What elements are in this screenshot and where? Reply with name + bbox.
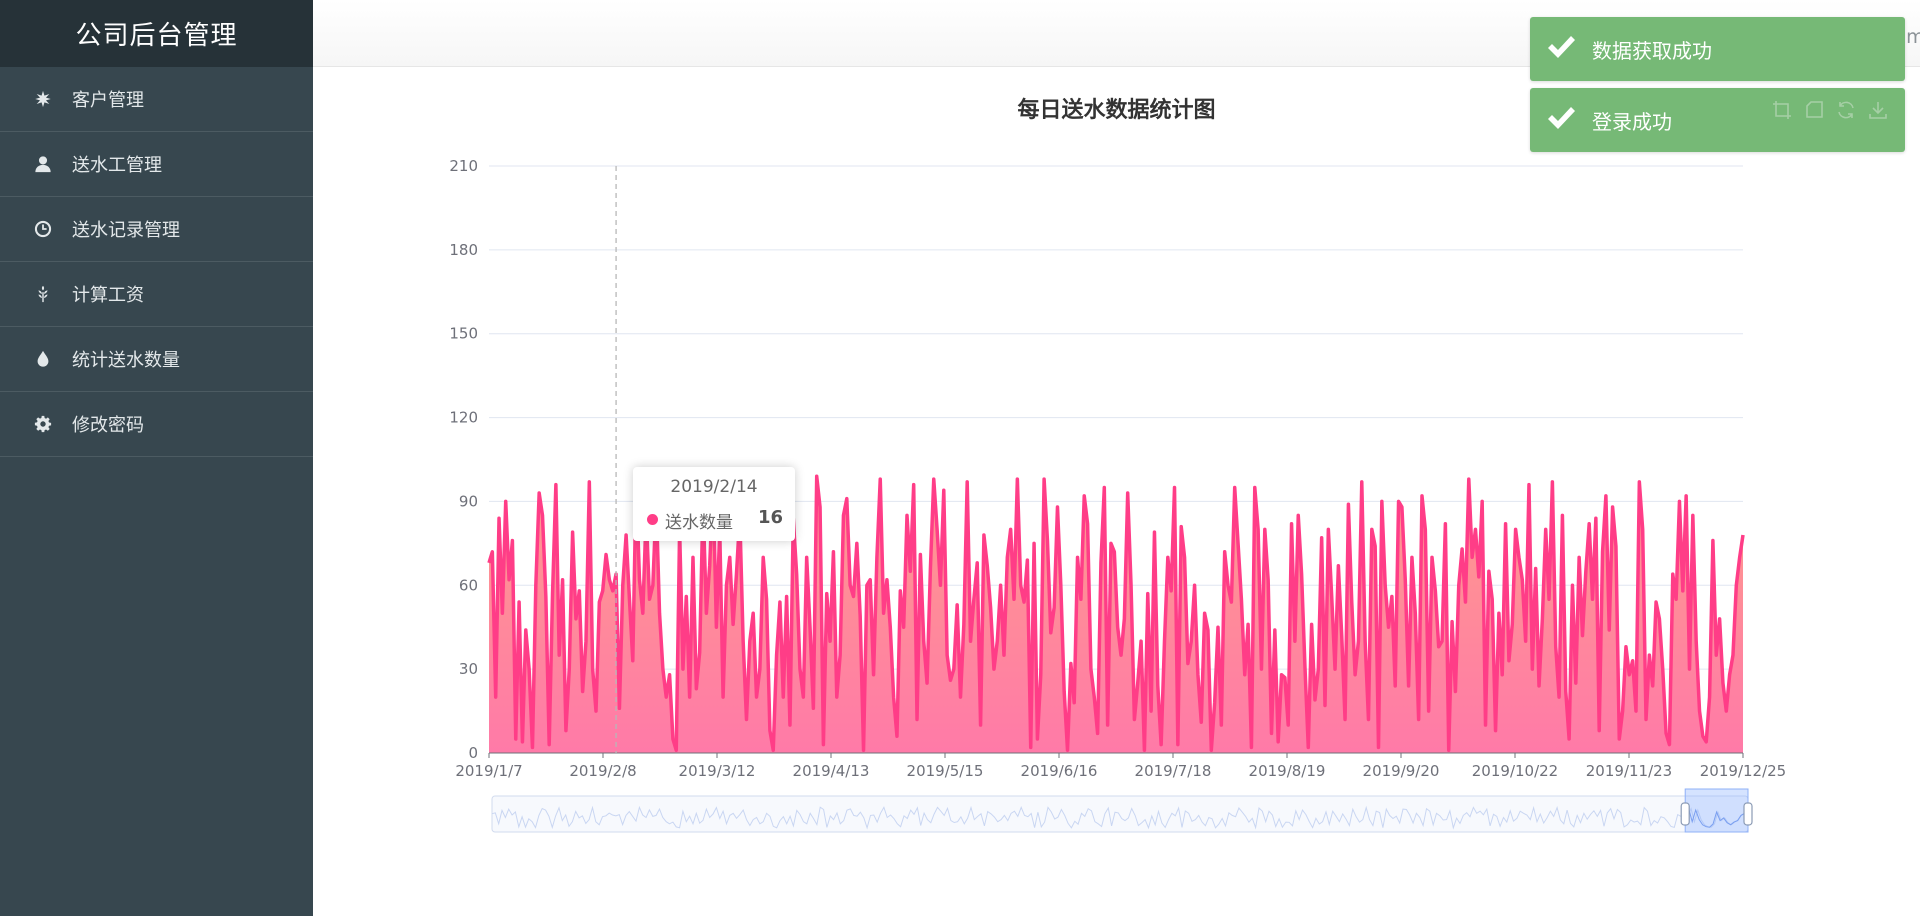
check-icon bbox=[1546, 105, 1580, 136]
y-tick-label: 0 bbox=[468, 744, 478, 762]
y-tick-label: 150 bbox=[449, 325, 478, 343]
y-tick-label: 60 bbox=[459, 576, 478, 594]
x-tick-label: 2019/11/23 bbox=[1586, 762, 1672, 780]
x-tick-label: 2019/10/22 bbox=[1472, 762, 1558, 780]
x-tick-label: 2019/7/18 bbox=[1135, 762, 1212, 780]
toast-message: 数据获取成功 bbox=[1592, 38, 1712, 63]
zoom-reset-icon[interactable] bbox=[1804, 100, 1824, 124]
toast-message: 登录成功 bbox=[1592, 109, 1672, 134]
x-tick-label: 2019/3/12 bbox=[679, 762, 756, 780]
y-tick-label: 30 bbox=[459, 660, 478, 678]
y-tick-label: 180 bbox=[449, 241, 478, 259]
y-tick-label: 90 bbox=[459, 492, 478, 510]
y-tick-label: 210 bbox=[449, 157, 478, 175]
chart-toolbox bbox=[1772, 100, 1888, 124]
datazoom-end-handle[interactable] bbox=[1743, 802, 1753, 826]
x-tick-label: 2019/8/19 bbox=[1249, 762, 1326, 780]
x-tick-label: 2019/12/25 bbox=[1700, 762, 1786, 780]
zoom-select-icon[interactable] bbox=[1772, 100, 1792, 124]
x-tick-label: 2019/4/13 bbox=[793, 762, 870, 780]
series-marker bbox=[647, 514, 658, 525]
datazoom-window bbox=[1684, 788, 1749, 833]
restore-icon[interactable] bbox=[1836, 100, 1856, 124]
x-tick-label: 2019/9/20 bbox=[1363, 762, 1440, 780]
toast-data-fetched[interactable]: 数据获取成功 bbox=[1530, 17, 1905, 81]
x-tick-label: 2019/5/15 bbox=[907, 762, 984, 780]
chart-tooltip: 2019/2/14 送水数量 16 bbox=[633, 467, 795, 541]
tooltip-value: 16 bbox=[757, 507, 783, 528]
tooltip-date: 2019/2/14 bbox=[670, 477, 758, 497]
y-tick-label: 120 bbox=[449, 409, 478, 427]
check-icon bbox=[1546, 34, 1580, 65]
x-tick-label: 2019/1/7 bbox=[455, 762, 522, 780]
datazoom-track bbox=[491, 795, 1749, 833]
x-tick-label: 2019/2/8 bbox=[569, 762, 636, 780]
download-icon[interactable] bbox=[1868, 100, 1888, 124]
x-tick-label: 2019/6/16 bbox=[1021, 762, 1098, 780]
datazoom-start-handle[interactable] bbox=[1680, 802, 1690, 826]
tooltip-series-name: 送水数量 bbox=[665, 513, 733, 533]
